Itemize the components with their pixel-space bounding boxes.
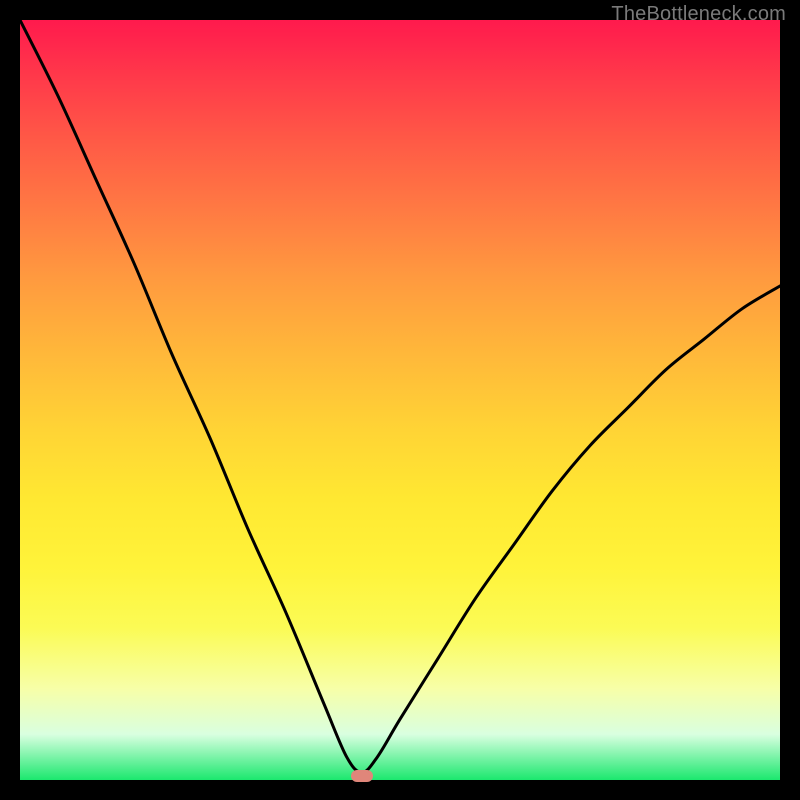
chart-frame	[20, 20, 780, 780]
curve-svg	[20, 20, 780, 780]
minimum-marker	[351, 770, 373, 782]
bottleneck-curve	[20, 20, 780, 772]
plot-area	[20, 20, 780, 780]
attribution-text: TheBottleneck.com	[611, 3, 786, 26]
